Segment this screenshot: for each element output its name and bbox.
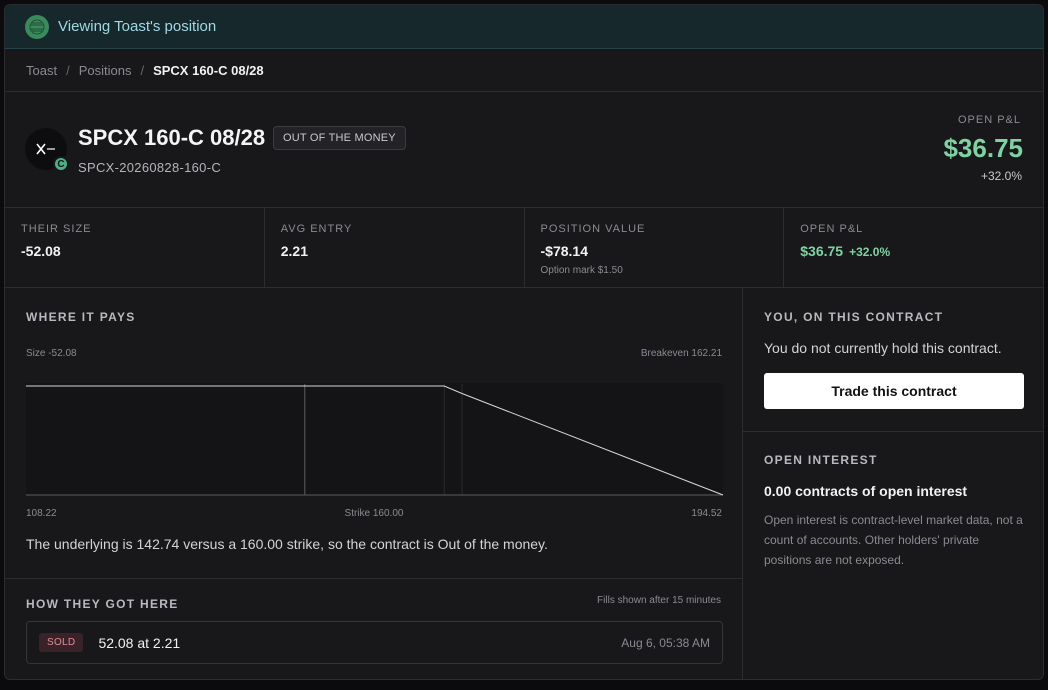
stat-label: THEIR SIZE xyxy=(21,223,92,235)
option-mark: Option mark $1.50 xyxy=(540,265,623,276)
stat-label: OPEN P&L xyxy=(800,223,864,235)
stat-value: -$78.14 xyxy=(540,243,588,259)
avatar-badge: C xyxy=(53,156,69,172)
stat-open-pnl: OPEN P&L $36.75 +32.0% xyxy=(784,208,1043,287)
open-pnl-value: $36.75 xyxy=(943,133,1023,163)
stats-row: THEIR SIZE -52.08 AVG ENTRY 2.21 POSITIO… xyxy=(5,207,1043,288)
avatar: C xyxy=(25,128,69,172)
stat-label: AVG ENTRY xyxy=(280,223,353,235)
you-title: YOU, ON THIS CONTRACT xyxy=(764,310,944,324)
divider xyxy=(5,91,1043,92)
breakeven-label: Breakeven 162.21 xyxy=(641,348,723,359)
history-title: HOW THEY GOT HERE xyxy=(26,597,179,611)
right-panel: YOU, ON THIS CONTRACT You do not current… xyxy=(743,288,1043,679)
globe-icon xyxy=(25,14,49,39)
position-page: Viewing Toast's position Toast / Positio… xyxy=(4,4,1044,680)
trade-contract-button[interactable]: Trade this contract xyxy=(764,373,1024,409)
breadcrumb: Toast / Positions / SPCX 160-C 08/28 xyxy=(26,63,264,78)
open-pnl-pct: +32.0% xyxy=(980,169,1022,183)
open-interest-title: OPEN INTEREST xyxy=(764,453,878,467)
contract-symbol: SPCX-20260828-160-C xyxy=(78,160,222,175)
stat-their-size: THEIR SIZE -52.08 xyxy=(5,208,265,287)
you-text: You do not currently hold this contract. xyxy=(764,340,1002,356)
fill-time: Aug 6, 05:38 AM xyxy=(621,635,710,650)
stat-label: POSITION VALUE xyxy=(540,223,646,235)
breadcrumb-item-toast[interactable]: Toast xyxy=(26,63,57,78)
stat-pnl-amount: $36.75 xyxy=(800,243,844,259)
strike-label: Strike 160.00 xyxy=(345,508,404,519)
breadcrumb-separator: / xyxy=(140,63,145,78)
payoff-chart: Size -52.08 Breakeven 162.21 108.22 Stri… xyxy=(26,348,724,519)
fill-text: 52.08 at 2.21 xyxy=(98,634,181,651)
open-pnl-label: OPEN P&L xyxy=(957,114,1021,126)
payoff-caption: The underlying is 142.74 versus a 160.00… xyxy=(26,536,548,552)
fills-note: Fills shown after 15 minutes xyxy=(597,595,721,606)
divider xyxy=(5,578,742,579)
stat-avg-entry: AVG ENTRY 2.21 xyxy=(265,208,525,287)
breadcrumb-item-positions[interactable]: Positions xyxy=(79,63,132,78)
breadcrumb-separator: / xyxy=(66,63,70,78)
x-min-label: 108.22 xyxy=(26,508,57,519)
open-interest-value: 0.00 contracts of open interest xyxy=(764,483,968,499)
banner-text: Viewing Toast's position xyxy=(58,18,217,35)
open-interest-note: Open interest is contract-level market d… xyxy=(764,513,1023,567)
size-label: Size -52.08 xyxy=(26,348,77,359)
x-max-label: 194.52 xyxy=(691,508,722,519)
page-title: SPCX 160-C 08/28 xyxy=(78,125,266,150)
left-panel: WHERE IT PAYS Size -52.08 Breakeven 162.… xyxy=(5,288,743,679)
stat-position-value: POSITION VALUE -$78.14 Option mark $1.50 xyxy=(525,208,785,287)
x-logo-icon xyxy=(36,143,55,155)
divider xyxy=(743,431,1043,432)
stat-value: 2.21 xyxy=(280,243,308,259)
stat-pnl-pct: +32.0% xyxy=(849,245,891,259)
chart-plot-area xyxy=(26,383,723,495)
sold-badge: SOLD xyxy=(39,633,84,652)
stat-value: -52.08 xyxy=(21,243,61,259)
viewing-banner: Viewing Toast's position xyxy=(5,5,1043,49)
breadcrumb-current: SPCX 160-C 08/28 xyxy=(153,63,264,78)
status-badge: OUT OF THE MONEY xyxy=(273,126,406,150)
stat-value: $36.75 +32.0% xyxy=(800,243,1027,259)
fill-row[interactable]: SOLD 52.08 at 2.21 Aug 6, 05:38 AM xyxy=(26,621,723,664)
